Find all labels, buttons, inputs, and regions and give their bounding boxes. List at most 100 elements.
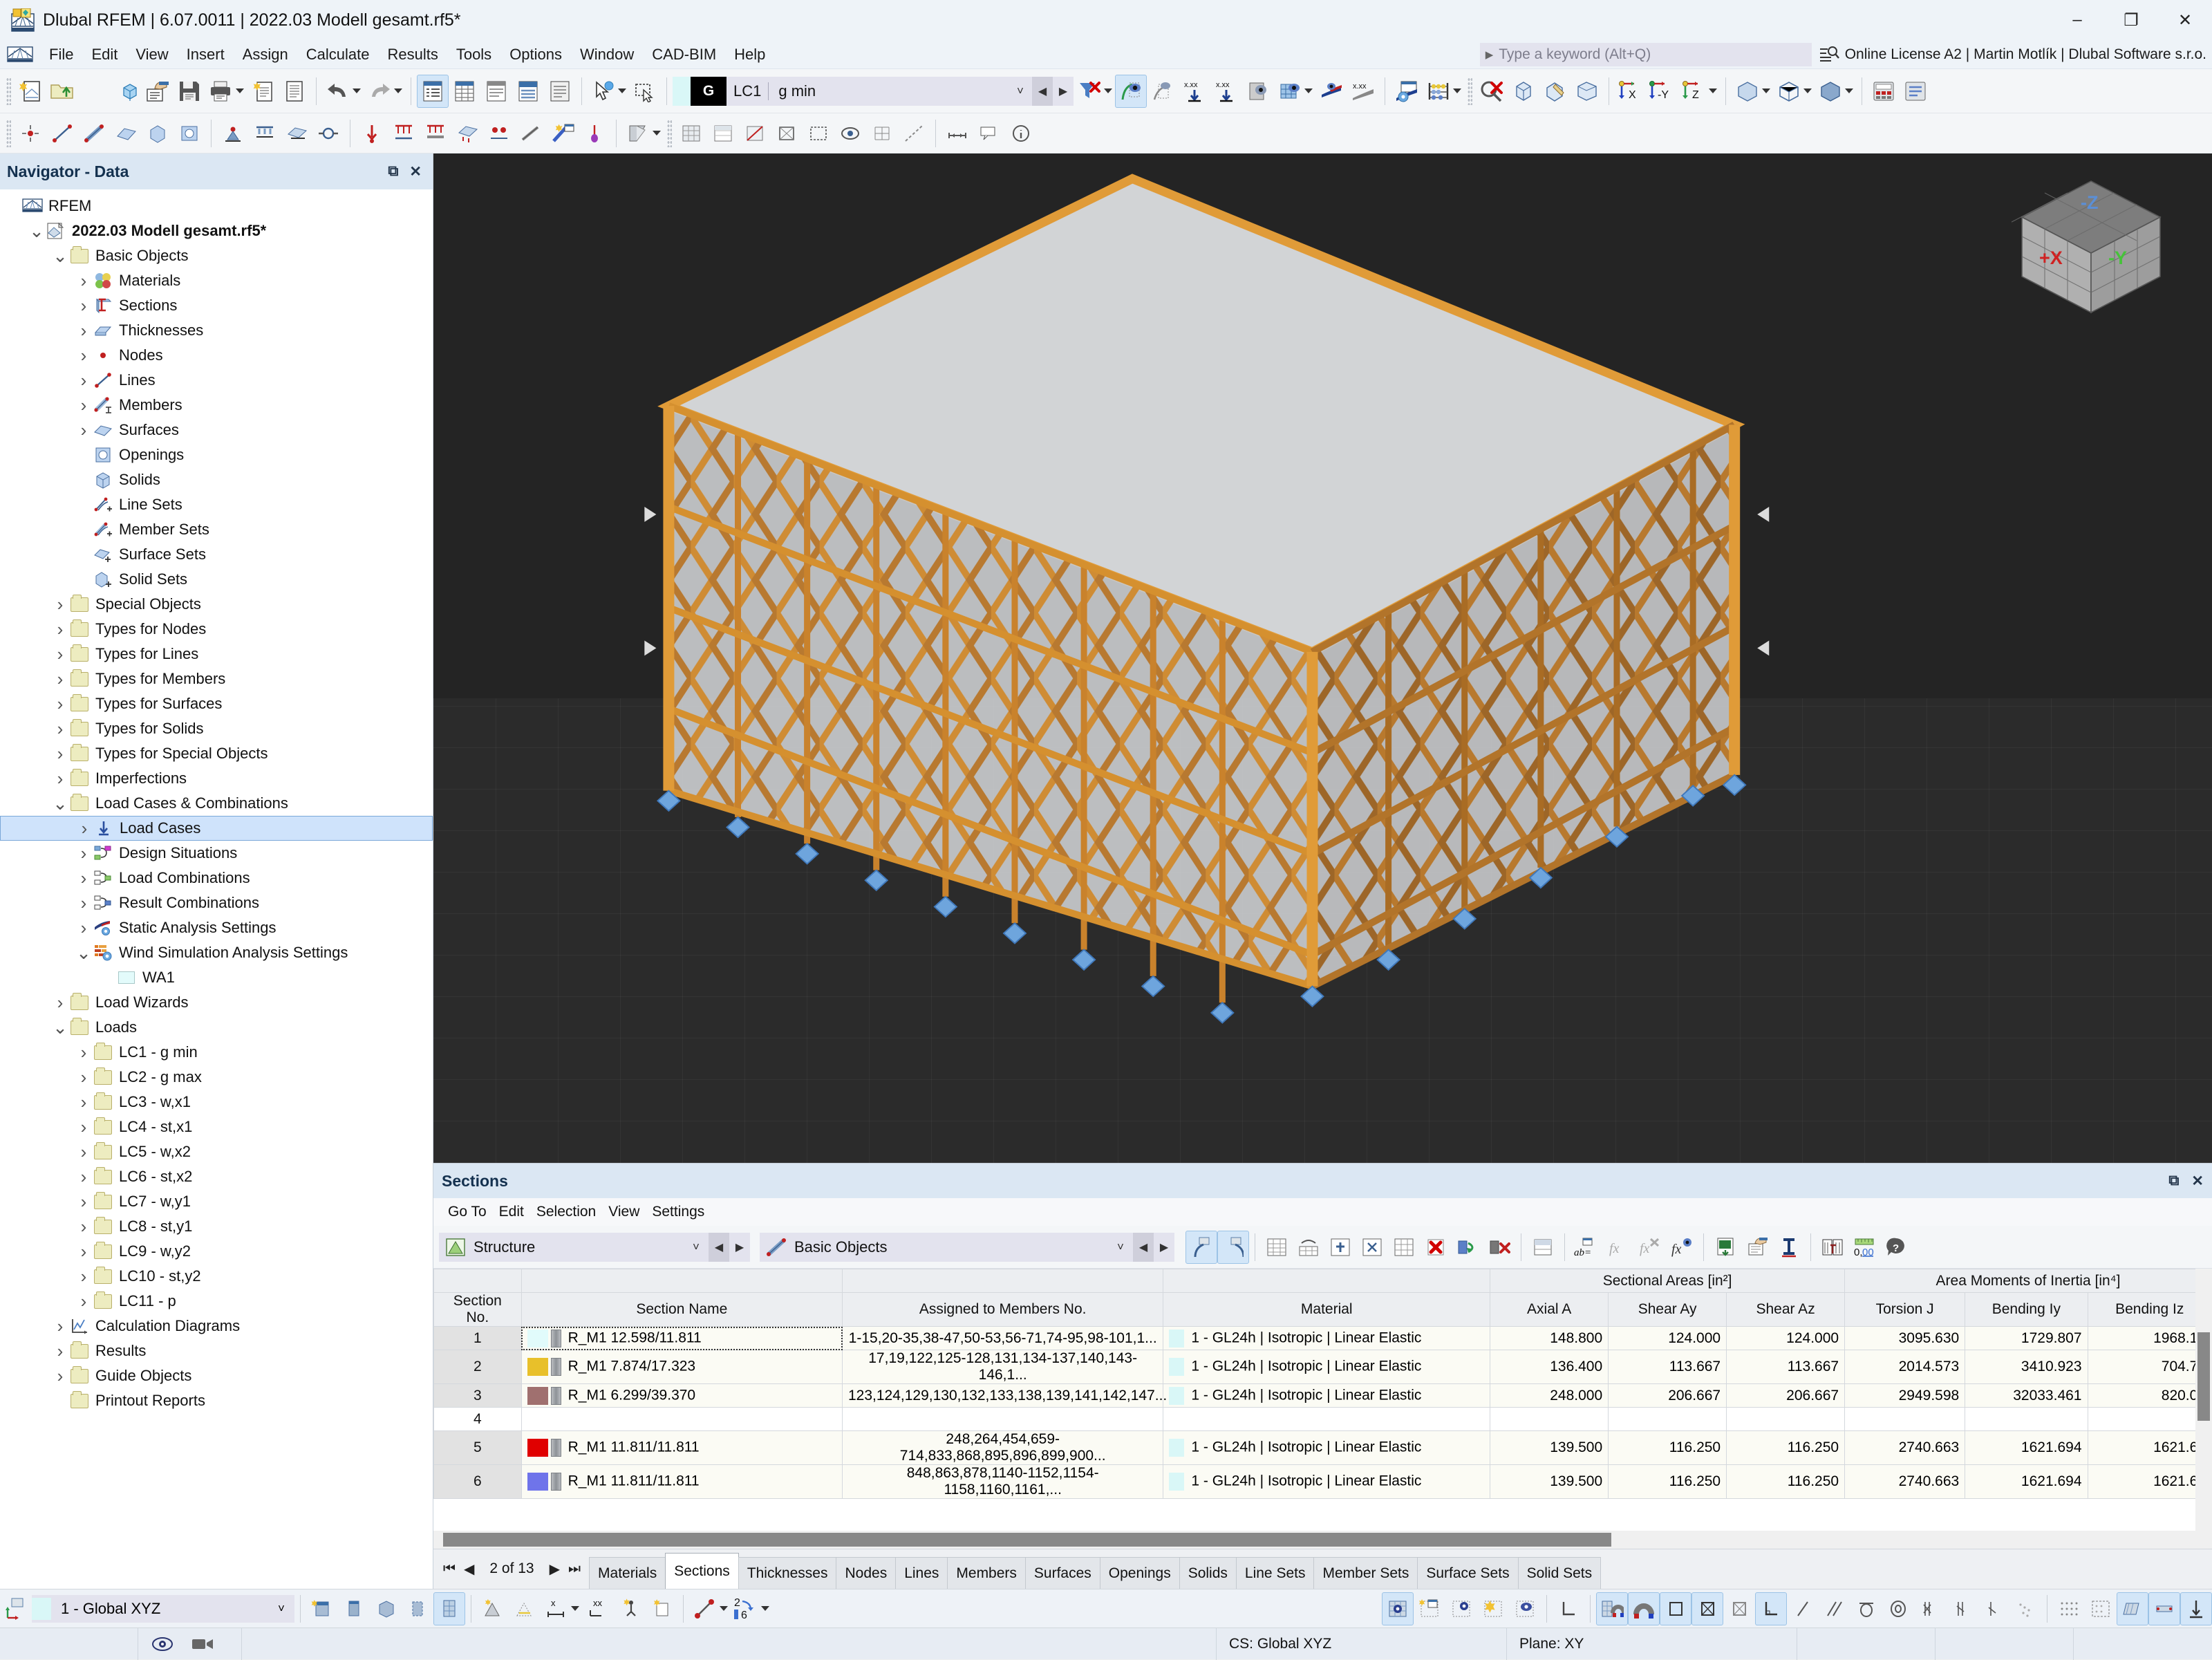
show-values-icon[interactable]: x.xx	[1179, 75, 1210, 108]
ortho-diag-icon[interactable]	[1691, 1592, 1723, 1625]
cell-shear-ay[interactable]: 116.250	[1608, 1464, 1727, 1499]
chevron-right-icon[interactable]: ›	[75, 893, 93, 914]
origin-icon[interactable]	[1553, 1592, 1584, 1625]
eye-icon[interactable]	[151, 1636, 174, 1652]
filter-right-icon[interactable]	[1217, 1230, 1249, 1264]
section-properties-icon[interactable]	[1773, 1231, 1805, 1264]
cell-axial-a[interactable]: 248.000	[1490, 1383, 1609, 1408]
cell-material[interactable]: 1 - GL24h | Isotropic | Linear Elastic	[1163, 1430, 1491, 1465]
cell-assigned-members[interactable]: 1-15,20-35,38-47,50-53,56-71,74-95,98-10…	[841, 1326, 1164, 1350]
cell-section-no[interactable]: 4	[433, 1407, 522, 1431]
snap-member-icon[interactable]	[338, 1592, 370, 1625]
cell-axial-a[interactable]: 139.500	[1490, 1430, 1609, 1465]
chevron-right-icon[interactable]: ›	[51, 1341, 69, 1362]
load-wizard-icon[interactable]	[547, 117, 579, 150]
table-insert-row-icon[interactable]	[1261, 1231, 1293, 1264]
chevron-right-icon[interactable]: ›	[75, 395, 93, 416]
zoom-box-icon[interactable]	[1508, 75, 1539, 108]
sections-close-icon[interactable]: ✕	[2191, 1173, 2204, 1190]
tab-members[interactable]: Members	[947, 1557, 1026, 1589]
filter-left-icon[interactable]	[1185, 1230, 1217, 1264]
cell-assigned-members[interactable]: 123,124,129,130,132,133,138,139,141,142,…	[841, 1383, 1167, 1408]
menu-cad-bim[interactable]: CAD-BIM	[643, 43, 725, 66]
menu-file[interactable]: File	[40, 43, 82, 66]
clipping-icon[interactable]	[803, 117, 834, 150]
opening-insert-icon[interactable]	[174, 117, 205, 150]
model-data-hand-icon[interactable]	[142, 75, 174, 108]
sections-menu-edit[interactable]: Edit	[493, 1202, 530, 1222]
print-icon[interactable]	[205, 75, 237, 108]
guide-line-icon[interactable]	[898, 117, 930, 150]
tree-item-imperfections[interactable]: › Imperfections	[0, 766, 433, 791]
tree-item-types-for-lines[interactable]: › Types for Lines	[0, 642, 433, 666]
zoom-reset-icon[interactable]	[1476, 75, 1508, 108]
pager-last-icon[interactable]: ⏭	[568, 1561, 581, 1577]
cell-bending-iz[interactable]: 1621.69	[2087, 1430, 2212, 1465]
snap-surface-icon[interactable]	[370, 1592, 402, 1625]
view-cube[interactable]: -Z +X -Y	[2012, 174, 2171, 319]
menu-options[interactable]: Options	[500, 43, 571, 66]
col-section-no[interactable]: Section No.	[433, 1292, 522, 1327]
chevron-right-icon[interactable]: ›	[75, 868, 93, 889]
tree-item-results[interactable]: › Results	[0, 1339, 433, 1363]
menu-insert[interactable]: Insert	[178, 43, 234, 66]
select-arrow-icon[interactable]	[588, 75, 619, 108]
navigator-close-icon[interactable]: ✕	[409, 163, 422, 180]
tree-item-lc3-w-x1[interactable]: › LC3 - w,x1	[0, 1090, 433, 1115]
minimize-button[interactable]: –	[2050, 0, 2104, 40]
chevron-right-icon[interactable]: ›	[75, 270, 93, 292]
menu-help[interactable]: Help	[725, 43, 774, 66]
chevron-right-icon[interactable]: ›	[51, 718, 69, 740]
zoom-perspective-icon[interactable]	[1571, 75, 1603, 108]
chevron-right-icon[interactable]: ›	[75, 1166, 93, 1188]
tab-sections[interactable]: Sections	[665, 1553, 739, 1589]
structure-combo[interactable]: Structure ˅	[439, 1232, 709, 1262]
tab-nodes[interactable]: Nodes	[836, 1557, 897, 1589]
navigator-tree[interactable]: RFEM ⌄ 2022.03 Modell gesamt.rf5* ⌄ Basic Ob…	[0, 189, 433, 1589]
structure-next-button[interactable]: ▶	[729, 1232, 750, 1262]
cell-shear-ay[interactable]: 124.000	[1608, 1326, 1727, 1350]
menu-tools[interactable]: Tools	[447, 43, 500, 66]
cell-shear-ay[interactable]: 116.250	[1608, 1430, 1727, 1465]
chevron-right-icon[interactable]: ›	[75, 1216, 93, 1238]
zoom-edit-icon[interactable]	[1539, 75, 1571, 108]
tree-item-nodes[interactable]: › Nodes	[0, 343, 433, 368]
cs-dropdown-icon[interactable]: ˅	[268, 1602, 294, 1616]
cell-torsion-j[interactable]	[1844, 1407, 1966, 1431]
col-shear-ay[interactable]: Shear Ay	[1608, 1292, 1727, 1327]
view-x-icon[interactable]: X	[1615, 75, 1647, 108]
snap-volume-icon[interactable]	[402, 1592, 433, 1625]
menu-assign[interactable]: Assign	[234, 43, 297, 66]
rename-ab-icon[interactable]: ab=	[1571, 1231, 1602, 1264]
render-shaded-icon[interactable]	[1815, 75, 1846, 108]
cell-bending-iz[interactable]	[2087, 1407, 2212, 1431]
cell-bending-iy[interactable]: 1729.807	[1965, 1326, 2088, 1350]
objects-combo[interactable]: Basic Objects ˅	[760, 1232, 1133, 1262]
tree-item-lc2-g-max[interactable]: › LC2 - g max	[0, 1065, 433, 1090]
slab-icon[interactable]	[2117, 1592, 2148, 1625]
result-grid-icon[interactable]	[1274, 75, 1306, 108]
line-snap-icon[interactable]	[1787, 1592, 1819, 1625]
cell-torsion-j[interactable]: 2740.663	[1844, 1464, 1966, 1499]
hinge-icon[interactable]	[312, 117, 344, 150]
chevron-right-icon[interactable]: ›	[75, 1067, 93, 1088]
chevron-right-icon[interactable]: ›	[75, 370, 93, 391]
tree-item-surfaces[interactable]: › Surfaces	[0, 418, 433, 442]
load-point-icon[interactable]	[579, 117, 610, 150]
menu-results[interactable]: Results	[378, 43, 447, 66]
cell-shear-ay[interactable]	[1608, 1407, 1727, 1431]
cell-axial-a[interactable]: 139.500	[1490, 1464, 1609, 1499]
chevron-right-icon[interactable]: ›	[75, 1241, 93, 1262]
tree-item-rfem[interactable]: RFEM	[0, 194, 433, 218]
tree-item-lc9-w-y2[interactable]: › LC9 - w,y2	[0, 1239, 433, 1264]
object-snap-grid-icon[interactable]	[509, 1592, 541, 1625]
load-surface-icon[interactable]	[451, 117, 483, 150]
view-render-icon[interactable]	[622, 117, 654, 150]
tree-item-wa1[interactable]: WA1	[0, 965, 433, 990]
navigator-panel-toggle-icon[interactable]	[417, 74, 449, 108]
cell-assigned-members[interactable]	[841, 1407, 1164, 1431]
toolbar-grip-2[interactable]	[1468, 77, 1472, 105]
cell-section-no[interactable]: 5	[433, 1430, 522, 1465]
table-row[interactable]: 3 R_M1 6.299/39.370 123,124,129,130,132,13…	[433, 1383, 2212, 1408]
chevron-down-icon[interactable]: ⌄	[51, 247, 69, 265]
